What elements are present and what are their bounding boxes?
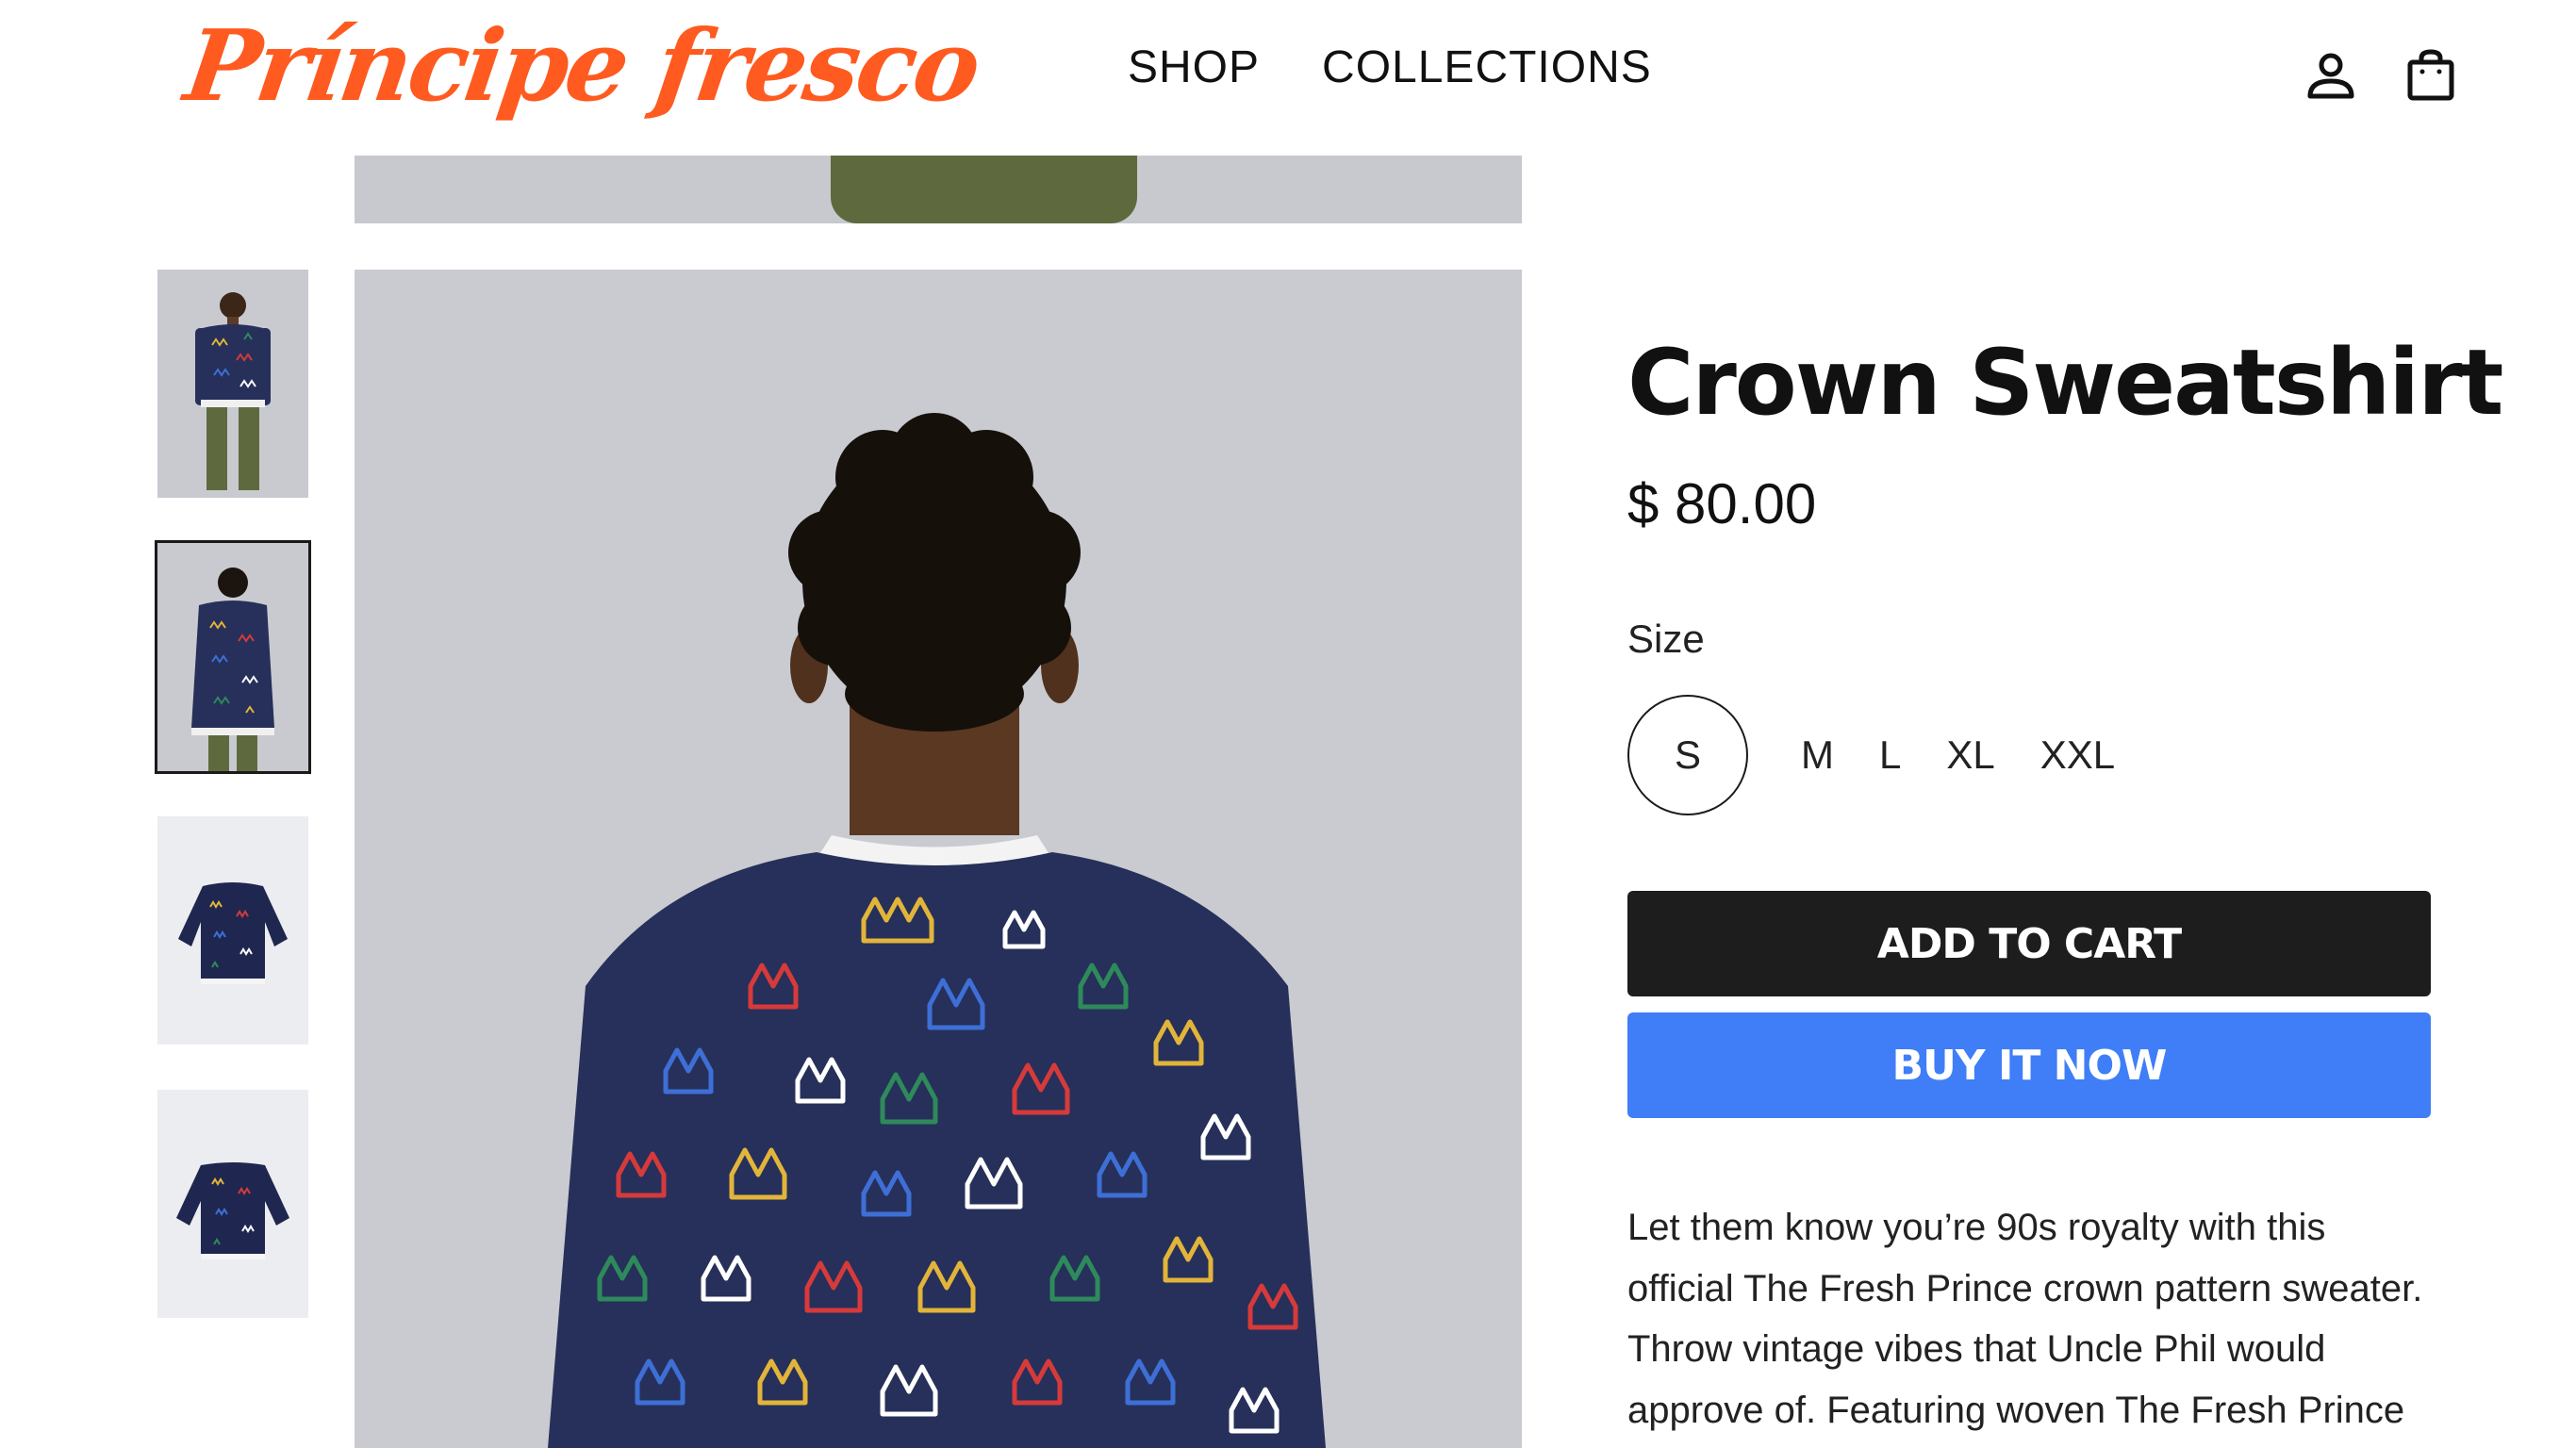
product-price: $ 80.00 — [1627, 472, 1817, 535]
nav-collections[interactable]: COLLECTIONS — [1322, 41, 1652, 93]
size-option-l[interactable]: L — [1879, 732, 1901, 778]
thumbnail-flat-back[interactable] — [157, 1090, 308, 1318]
nav-shop[interactable]: SHOP — [1128, 41, 1260, 93]
main-product-image[interactable] — [355, 270, 1522, 1448]
size-option-s[interactable]: S — [1627, 695, 1748, 815]
model-illustration — [355, 270, 1522, 1448]
product-description: Let them know you’re 90s royalty with th… — [1627, 1207, 2423, 1431]
thumbnail-flat-front[interactable] — [157, 816, 308, 1045]
cart-bag-icon[interactable] — [2403, 47, 2459, 104]
size-option-xxl[interactable]: XXL — [2040, 732, 2115, 778]
site-header: Príncipe fresco SHOP COLLECTIONS — [0, 0, 2576, 156]
gallery-previous-image — [355, 156, 1522, 223]
add-to-cart-button[interactable]: ADD TO CART — [1627, 891, 2431, 996]
account-icon[interactable] — [2303, 47, 2359, 104]
thumbnail-front-view[interactable] — [157, 270, 308, 498]
size-option-xl[interactable]: XL — [1946, 732, 1994, 778]
size-label: Size — [1627, 617, 1705, 661]
size-selector: S M L XL XXL — [1627, 695, 2160, 815]
buy-it-now-button[interactable]: BUY IT NOW — [1627, 1012, 2431, 1118]
size-option-m[interactable]: M — [1801, 732, 1834, 778]
thumbnail-back-view[interactable] — [155, 540, 311, 774]
brand-logo[interactable]: Príncipe fresco — [178, 8, 984, 123]
pants-detail — [831, 156, 1137, 223]
main-nav: SHOP COLLECTIONS — [1128, 41, 1652, 93]
product-title: Crown Sweatshirt — [1627, 330, 2503, 436]
